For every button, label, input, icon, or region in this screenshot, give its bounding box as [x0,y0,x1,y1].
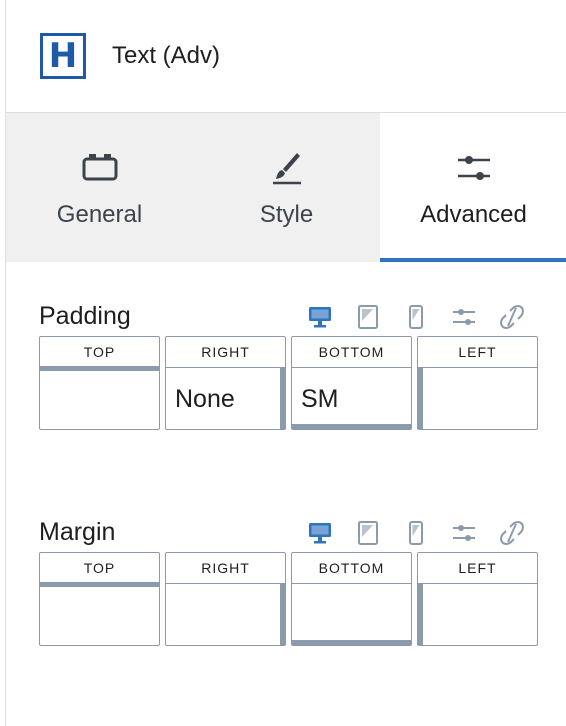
padding-bottom-value: SM [301,385,339,413]
padding-left-input[interactable]: LEFT [417,336,538,430]
tab-general[interactable]: General [6,113,193,262]
sliders-icon [457,156,490,180]
padding-right-value: None [175,385,235,413]
padding-boxes: TOP RIGHT None BOTTOM SM LEFT [39,336,538,430]
padding-left-label: LEFT [418,337,537,368]
margin-mobile-button[interactable] [392,518,440,548]
margin-bottom-input[interactable]: BOTTOM [291,552,412,646]
margin-left-label: LEFT [418,553,537,584]
mobile-icon [409,521,423,545]
margin-top-label: TOP [40,553,159,587]
block-header: H Text (Adv) [6,0,566,113]
padding-right-label: RIGHT [166,337,285,368]
margin-left-input[interactable]: LEFT [417,552,538,646]
heading-block-icon: H [40,33,86,79]
padding-tablet-button[interactable] [344,302,392,332]
padding-top-input[interactable]: TOP [39,336,160,430]
margin-tablet-button[interactable] [344,518,392,548]
toolbox-icon [82,154,117,181]
tablet-icon [358,305,378,329]
padding-bottom-label: BOTTOM [292,337,411,368]
margin-boxes: TOP RIGHT BOTTOM LEFT [39,552,538,646]
tab-style[interactable]: Style [193,113,380,262]
margin-top-input[interactable]: TOP [39,552,160,646]
tablet-icon [358,521,378,545]
desktop-icon [309,307,331,328]
brush-icon [272,153,301,185]
padding-mobile-button[interactable] [392,302,440,332]
tab-style-label: Style [259,201,314,228]
unlink-icon [500,521,524,545]
tab-advanced-label: Advanced [420,201,527,228]
margin-title: Margin [39,518,116,546]
padding-top-label: TOP [40,337,159,371]
settings-sliders-icon [453,525,475,541]
margin-device-controls [296,518,536,548]
block-title: Text (Adv) [112,42,221,69]
tab-general-label: General [56,201,143,228]
mobile-icon [409,305,423,329]
margin-bottom-label: BOTTOM [292,553,411,584]
margin-link-toggle[interactable] [488,518,536,548]
padding-title: Padding [39,302,131,330]
block-settings-panel: H Text (Adv) General Style Advanced Padd… [5,0,566,726]
margin-settings-button[interactable] [440,518,488,548]
padding-bottom-input[interactable]: BOTTOM SM [291,336,412,430]
settings-sliders-icon [453,309,475,325]
settings-tabs: General Style Advanced [6,113,566,262]
unlink-icon [500,305,524,329]
margin-desktop-button[interactable] [296,518,344,548]
padding-device-controls [296,302,536,332]
margin-right-label: RIGHT [166,553,285,584]
margin-right-input[interactable]: RIGHT [165,552,286,646]
padding-link-toggle[interactable] [488,302,536,332]
padding-settings-button[interactable] [440,302,488,332]
desktop-icon [309,523,331,544]
padding-desktop-button[interactable] [296,302,344,332]
padding-right-input[interactable]: RIGHT None [165,336,286,430]
tab-advanced[interactable]: Advanced [380,113,566,262]
